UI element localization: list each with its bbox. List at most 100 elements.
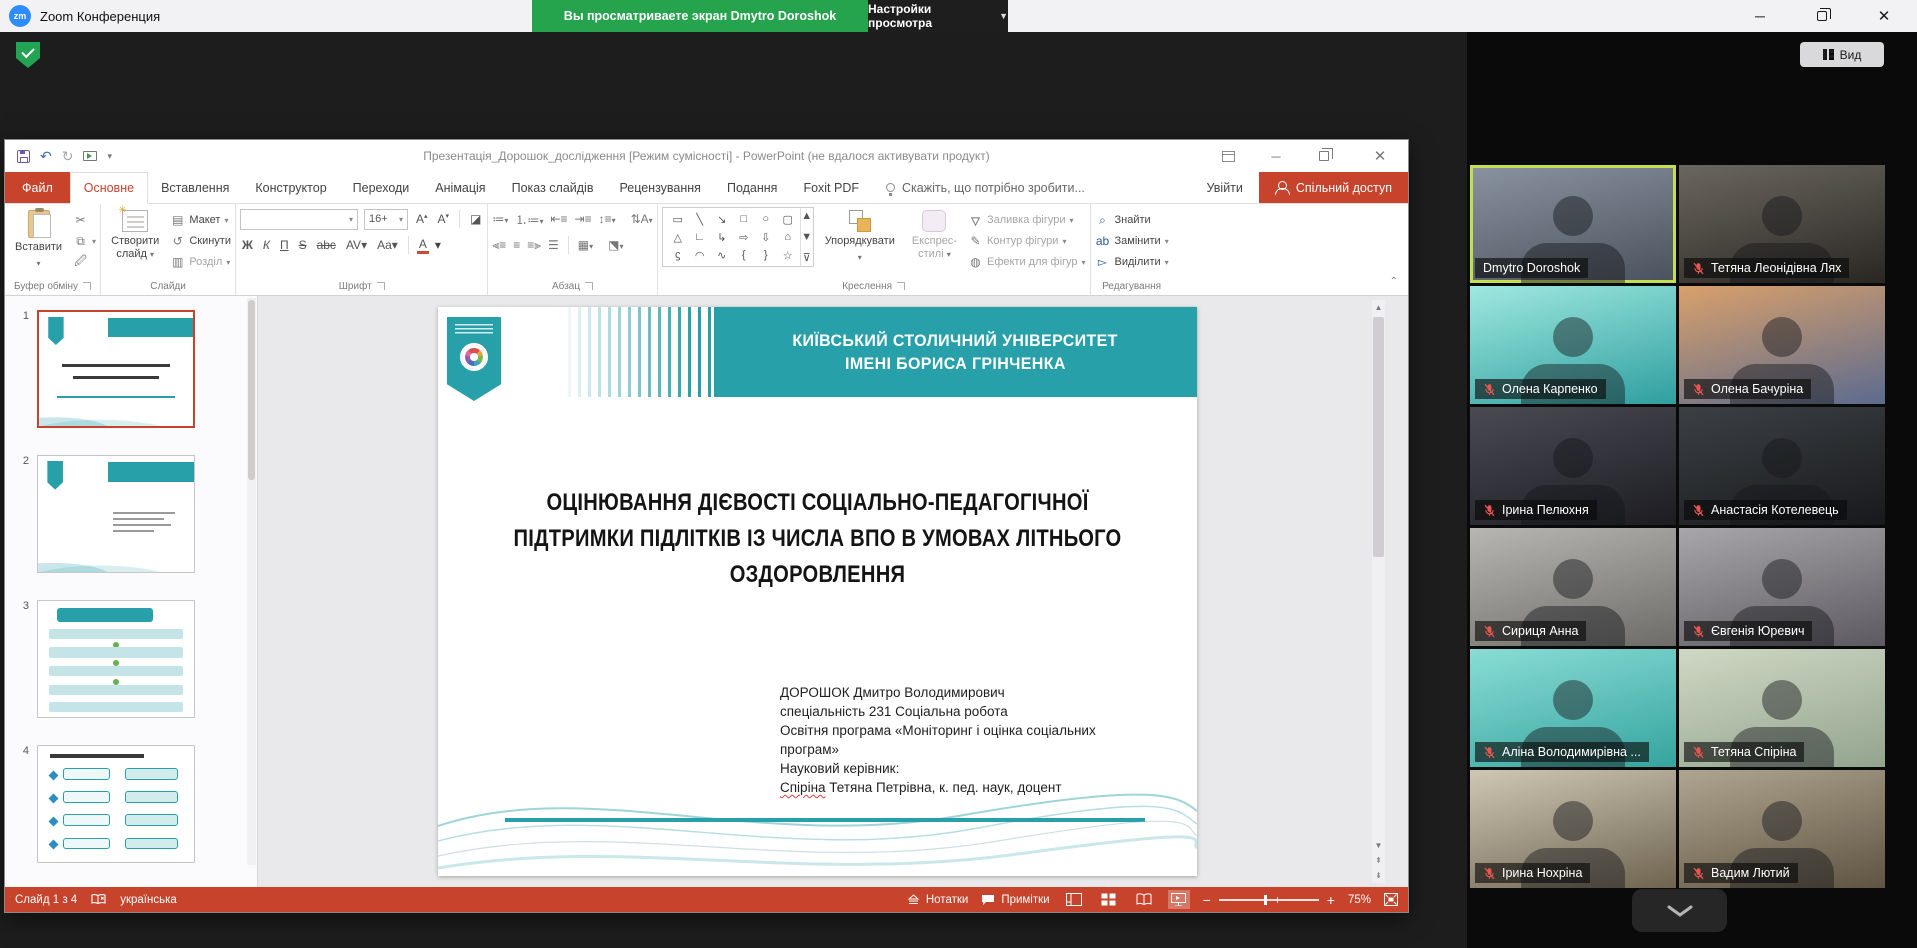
shape-glyph[interactable]: } <box>755 246 777 264</box>
numbering-button[interactable]: ⒈≔▾ <box>515 211 543 228</box>
shape-glyph[interactable]: □ <box>733 210 755 228</box>
participant-tile[interactable]: Анастасія Котелевець <box>1679 407 1885 525</box>
new-slide-button[interactable]: Створитислайд ▾ <box>105 207 165 264</box>
participant-tile[interactable]: Вадим Лютий <box>1679 770 1885 888</box>
shape-glyph[interactable]: ◠ <box>689 246 711 264</box>
reset-button[interactable]: ↺Скинути <box>170 232 231 250</box>
ribbon-tab-Рецензування[interactable]: Рецензування <box>606 172 713 203</box>
shapes-gallery-scroll[interactable]: ▲▼⊽ <box>800 208 813 266</box>
slide-canvas[interactable]: КИЇВСЬКИЙ СТОЛИЧНИЙ УНІВЕРСИТЕТ ІМЕНІ БО… <box>438 307 1197 876</box>
change-case-button[interactable]: Aa▾ <box>375 238 400 252</box>
sign-in-button[interactable]: Увійти <box>1191 172 1259 203</box>
window-close-button[interactable]: ✕ <box>1862 0 1906 32</box>
participant-tile[interactable]: Олена Карпенко <box>1470 286 1676 404</box>
ppt-restore-button[interactable] <box>1304 140 1344 172</box>
grow-font-button[interactable]: A▴ <box>414 212 430 226</box>
shape-glyph[interactable]: { <box>733 246 755 264</box>
ppt-close-button[interactable]: ✕ <box>1360 140 1400 172</box>
line-spacing-button[interactable]: ↕≡▾ <box>599 212 616 226</box>
shape-glyph[interactable]: ╲ <box>689 210 711 228</box>
character-spacing-button[interactable]: AV▾ <box>344 238 369 252</box>
share-access-button[interactable]: Спільний доступ <box>1259 172 1408 203</box>
italic-button[interactable]: К <box>261 238 272 252</box>
tell-me-box[interactable]: Скажіть, що потрібно зробити... <box>886 172 1085 203</box>
customize-qat-icon[interactable]: ▾ <box>107 151 113 162</box>
slide-thumbnail[interactable] <box>37 310 195 428</box>
ribbon-display-options-button[interactable] <box>1208 140 1248 172</box>
language-indicator[interactable]: українська <box>120 894 177 906</box>
text-direction-button[interactable]: ⇅A▾ <box>631 212 653 226</box>
shape-glyph[interactable]: ∟ <box>689 228 711 246</box>
select-button[interactable]: ▻Виділити▾ <box>1095 253 1169 271</box>
participant-tile[interactable]: Олена Бачуріна <box>1679 286 1885 404</box>
dialog-launcher-icon[interactable] <box>897 282 905 290</box>
shape-fill-button[interactable]: 🜄Заливка фігури▾ <box>968 211 1086 229</box>
editor-scrollbar[interactable]: ▲ ▼ ⇞ ⇟ <box>1372 300 1385 883</box>
ribbon-tab-Foxit PDF[interactable]: Foxit PDF <box>790 172 872 203</box>
spellcheck-icon[interactable] <box>91 893 106 906</box>
normal-view-button[interactable] <box>1063 890 1085 909</box>
shrink-font-button[interactable]: A▾ <box>436 212 452 226</box>
participant-tile[interactable]: Аліна Володимирівна ... <box>1470 649 1676 767</box>
font-name-combo[interactable]: ▾ <box>240 209 358 230</box>
shape-glyph[interactable]: ⇩ <box>755 228 777 246</box>
window-minimize-button[interactable]: ─ <box>1738 0 1782 32</box>
shape-glyph[interactable]: ▭ <box>667 210 689 228</box>
zoom-level[interactable]: 75% <box>1348 894 1371 906</box>
participant-tile[interactable]: Сириця Анна <box>1470 528 1676 646</box>
shape-glyph[interactable]: ϛ <box>667 246 689 264</box>
replace-button[interactable]: abЗамінити▾ <box>1095 232 1169 250</box>
participant-tile[interactable]: Dmytro Doroshok <box>1470 165 1676 283</box>
align-center-button[interactable]: ≡ <box>513 238 520 252</box>
zoom-slider-thumb[interactable] <box>1264 895 1267 905</box>
align-left-button[interactable]: ⫷≡ <box>492 238 506 253</box>
reading-view-button[interactable] <box>1133 890 1155 909</box>
fit-slide-button[interactable] <box>1384 893 1398 906</box>
font-color-button[interactable]: A <box>417 237 429 254</box>
shape-glyph[interactable]: ☆ <box>777 246 799 264</box>
scroll-up-icon[interactable]: ▲ <box>1372 300 1385 315</box>
layout-button[interactable]: ▤Макет▾ <box>170 211 231 229</box>
shape-glyph[interactable]: ▢ <box>777 210 799 228</box>
zoom-out-button[interactable]: − <box>1203 892 1211 908</box>
shape-glyph[interactable]: △ <box>667 228 689 246</box>
font-size-combo[interactable]: 16+▾ <box>364 209 408 230</box>
arrange-button[interactable]: Упорядкувати ▾ <box>819 207 901 267</box>
ribbon-tab-Вставлення[interactable]: Вставлення <box>148 172 242 203</box>
save-icon[interactable] <box>17 150 30 163</box>
shape-outline-button[interactable]: ✎Контур фігури▾ <box>968 232 1086 250</box>
paste-button[interactable]: Вставити ▾ <box>9 207 68 273</box>
shape-glyph[interactable]: ∿ <box>711 246 733 264</box>
dialog-launcher-icon[interactable] <box>83 282 91 290</box>
dialog-launcher-icon[interactable] <box>377 282 385 290</box>
strikethrough-button[interactable]: abc <box>315 238 338 252</box>
justify-button[interactable]: ☰ <box>548 238 559 252</box>
notes-toggle[interactable]: Нотатки <box>907 894 968 906</box>
dialog-launcher-icon[interactable] <box>585 282 593 290</box>
underline-button[interactable]: П <box>278 238 291 252</box>
find-button[interactable]: ⌕Знайти <box>1095 211 1169 229</box>
bullets-button[interactable]: ≔▾ <box>492 212 508 226</box>
shape-glyph[interactable]: ↘ <box>711 210 733 228</box>
shape-glyph[interactable]: ⌂ <box>777 228 799 246</box>
thumbnail-scrollbar[interactable] <box>247 298 256 865</box>
slide-sorter-view-button[interactable] <box>1098 890 1120 909</box>
clear-formatting-button[interactable]: ◪ <box>468 212 483 226</box>
slide-thumbnail[interactable] <box>37 600 195 718</box>
window-restore-button[interactable] <box>1800 0 1844 32</box>
increase-indent-button[interactable]: ⇥≡ <box>575 212 592 226</box>
more-participants-button[interactable] <box>1632 889 1727 932</box>
section-button[interactable]: ▥Розділ▾ <box>170 253 231 271</box>
columns-button[interactable]: ▦▾ <box>578 238 593 252</box>
view-button[interactable]: Вид <box>1800 42 1884 67</box>
view-settings-dropdown[interactable]: Настройки просмотра ▼ <box>868 0 1008 32</box>
slideshow-view-button[interactable] <box>1168 890 1190 909</box>
ribbon-tab-Файл[interactable]: Файл <box>5 172 70 203</box>
participant-tile[interactable]: Тетяна Леонідівна Лях <box>1679 165 1885 283</box>
encryption-shield-icon[interactable] <box>16 42 40 68</box>
participant-tile[interactable]: Ірина Пелюхня <box>1470 407 1676 525</box>
bold-button[interactable]: Ж <box>240 238 255 252</box>
ribbon-tab-Подання[interactable]: Подання <box>714 172 790 203</box>
ppt-minimize-button[interactable]: ─ <box>1256 140 1296 172</box>
slide-thumbnail[interactable] <box>37 745 195 863</box>
